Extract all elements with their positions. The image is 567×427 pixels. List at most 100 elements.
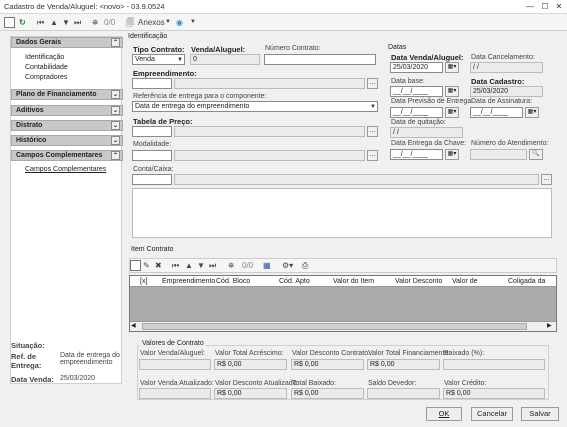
sidebar-item-campos-complementares[interactable]: Campos Complementares [25, 166, 106, 173]
edit-icon[interactable]: ✎ [143, 259, 150, 272]
column-header[interactable]: Empreendimento [162, 276, 215, 287]
column-header[interactable]: Valor Desconto [395, 276, 442, 287]
first-record-icon[interactable]: ⏮ [37, 16, 44, 29]
expand-icon[interactable]: ⌄ [111, 90, 120, 99]
process-icon[interactable]: ⚙▾ [282, 259, 293, 272]
refresh-icon[interactable]: ↻ [19, 16, 26, 29]
binoculars-icon[interactable]: ⛯ [92, 16, 98, 29]
sidebar-section-plano[interactable]: Plano de Financiamento ⌄ [11, 89, 123, 100]
calendar-icon[interactable]: ▦▾ [445, 107, 459, 118]
numero-contrato-field[interactable] [264, 54, 376, 65]
sidebar-section-distrato[interactable]: Distrato ⌄ [11, 120, 123, 131]
sidebar: Dados Gerais ⌃ Identificação Contabilida… [10, 36, 123, 384]
chave-field[interactable]: __/__/____ [390, 149, 443, 160]
expand-icon[interactable]: ⌄ [111, 106, 120, 115]
new-item-icon[interactable] [130, 259, 141, 272]
prev-record-icon[interactable]: ▲ [50, 16, 58, 29]
collapse-icon[interactable]: ⌃ [111, 151, 120, 160]
venda-aluguel-field[interactable]: 0 [190, 54, 260, 65]
scroll-left-icon[interactable]: ◀ [131, 322, 136, 329]
conta-caixa-lookup-button[interactable]: … [541, 174, 552, 185]
modalidade-name-field [174, 150, 365, 161]
grid-icon[interactable]: ▦ [263, 259, 271, 272]
next-record-icon[interactable]: ▼ [197, 259, 205, 272]
calendar-icon[interactable]: ▦▾ [525, 107, 539, 118]
binoculars-icon[interactable]: ⛯ [228, 259, 234, 272]
column-header[interactable]: Coligada da [508, 276, 545, 287]
tipo-contrato-select[interactable]: Venda ▼ [132, 54, 185, 65]
notes-area[interactable] [132, 188, 552, 238]
conta-caixa-code-field[interactable] [132, 174, 172, 185]
column-header[interactable]: Valor de [452, 276, 478, 287]
data-venda-field[interactable]: 25/03/2020 [390, 62, 443, 73]
maximize-button[interactable]: ☐ [538, 0, 552, 13]
column-header[interactable]: Valor do Item [333, 276, 374, 287]
expand-icon[interactable]: ⌄ [111, 121, 120, 130]
referencia-select[interactable]: Data de entrega do empreendimento ▼ [132, 101, 378, 112]
scroll-thumb[interactable] [142, 323, 527, 330]
scroll-right-icon[interactable]: ▶ [547, 322, 552, 329]
column-header[interactable]: Cód. Bloco [216, 276, 250, 287]
empreendimento-lookup-button[interactable]: … [367, 78, 378, 89]
tipo-contrato-label: Tipo Contrato: [133, 45, 185, 54]
globe-icon[interactable]: ◉ [176, 16, 183, 29]
minimize-button[interactable]: — [523, 0, 537, 13]
sidebar-section-dados-gerais[interactable]: Dados Gerais ⌃ [11, 37, 123, 48]
numero-contrato-label: Número Contrato: [265, 45, 321, 52]
data-base-field[interactable]: __/__/____ [390, 86, 443, 97]
prev-record-icon[interactable]: ▲ [185, 259, 193, 272]
sidebar-section-campos[interactable]: Campos Complementares ⌃ [11, 150, 123, 161]
sidebar-item-compradores[interactable]: Compradores [25, 74, 67, 81]
item-grid[interactable]: [x] Empreendimento Cód. Bloco Cód. Apto … [129, 275, 557, 332]
horizontal-scrollbar[interactable]: ◀ ▶ [130, 321, 556, 331]
chevron-down-icon: ▼ [177, 57, 183, 63]
calendar-icon[interactable]: ▦▾ [445, 62, 459, 73]
search-icon[interactable]: 🔍 [529, 149, 543, 160]
sidebar-item-contabilidade[interactable]: Contabilidade [25, 64, 68, 71]
anexos-dropdown-icon[interactable]: ▼ [165, 16, 171, 29]
last-record-icon[interactable]: ⏭ [74, 16, 81, 29]
atendimento-field [470, 149, 527, 160]
data-cadastro-label: Data Cadastro: [471, 77, 525, 86]
column-header[interactable]: Cód. Apto [279, 276, 310, 287]
anexos-button[interactable]: Anexos [138, 16, 165, 29]
tabela-preco-label: Tabela de Preço: [133, 117, 193, 126]
collapse-icon[interactable]: ⌃ [111, 38, 120, 47]
print-icon[interactable]: ⎙ [302, 259, 308, 272]
item-contrato-heading: Item Contrato [131, 246, 174, 253]
column-header[interactable]: [x] [140, 276, 147, 287]
new-icon[interactable] [4, 16, 15, 29]
first-record-icon[interactable]: ⏮ [172, 259, 179, 272]
sidebar-section-historico[interactable]: Histórico ⌄ [11, 135, 123, 146]
attachment-icon[interactable]: 🗐 [126, 16, 134, 29]
assinatura-field[interactable]: __/__/____ [470, 107, 523, 118]
next-record-icon[interactable]: ▼ [62, 16, 70, 29]
empreendimento-code-field[interactable] [132, 78, 172, 89]
calendar-icon[interactable]: ▦▾ [445, 86, 459, 97]
sidebar-section-aditivos[interactable]: Aditivos ⌄ [11, 105, 123, 116]
conta-caixa-name-field [174, 174, 539, 185]
delete-icon[interactable]: ✖ [155, 259, 162, 272]
close-button[interactable]: ✕ [552, 0, 566, 13]
globe-dropdown-icon[interactable]: ▼ [190, 16, 196, 29]
modalidade-lookup-button[interactable]: … [367, 150, 378, 161]
quitacao-label: Data de quitação: [391, 119, 446, 126]
valor-venda-label: Valor Venda/Aluguel: [140, 350, 205, 357]
modalidade-code-field[interactable] [132, 150, 172, 161]
previsao-field[interactable]: __/__/____ [390, 107, 443, 118]
sidebar-item-identificacao[interactable]: Identificação [25, 54, 64, 61]
item-toolbar: ✎ ✖ ⏮ ▲ ▼ ⏭ ⛯ 0/0 ▦ ⚙▾ ⎙ [129, 258, 557, 273]
ok-button[interactable]: OK [426, 407, 462, 421]
record-counter: 0/0 [104, 18, 116, 27]
total-financiamento-field: R$ 0,00 [367, 359, 440, 370]
last-record-icon[interactable]: ⏭ [209, 259, 216, 272]
tabela-preco-lookup-button[interactable]: … [367, 126, 378, 137]
tabela-preco-code-field[interactable] [132, 126, 172, 137]
expand-icon[interactable]: ⌄ [111, 136, 120, 145]
save-button[interactable]: Salvar [521, 407, 559, 421]
data-venda-bottom-value: 25/03/2020 [60, 375, 96, 382]
chave-label: Data Entrega da Chave: [391, 140, 467, 147]
calendar-icon[interactable]: ▦▾ [445, 149, 459, 160]
valor-credito-label: Valor Crédito: [444, 380, 487, 387]
cancel-button[interactable]: Cancelar [471, 407, 513, 421]
